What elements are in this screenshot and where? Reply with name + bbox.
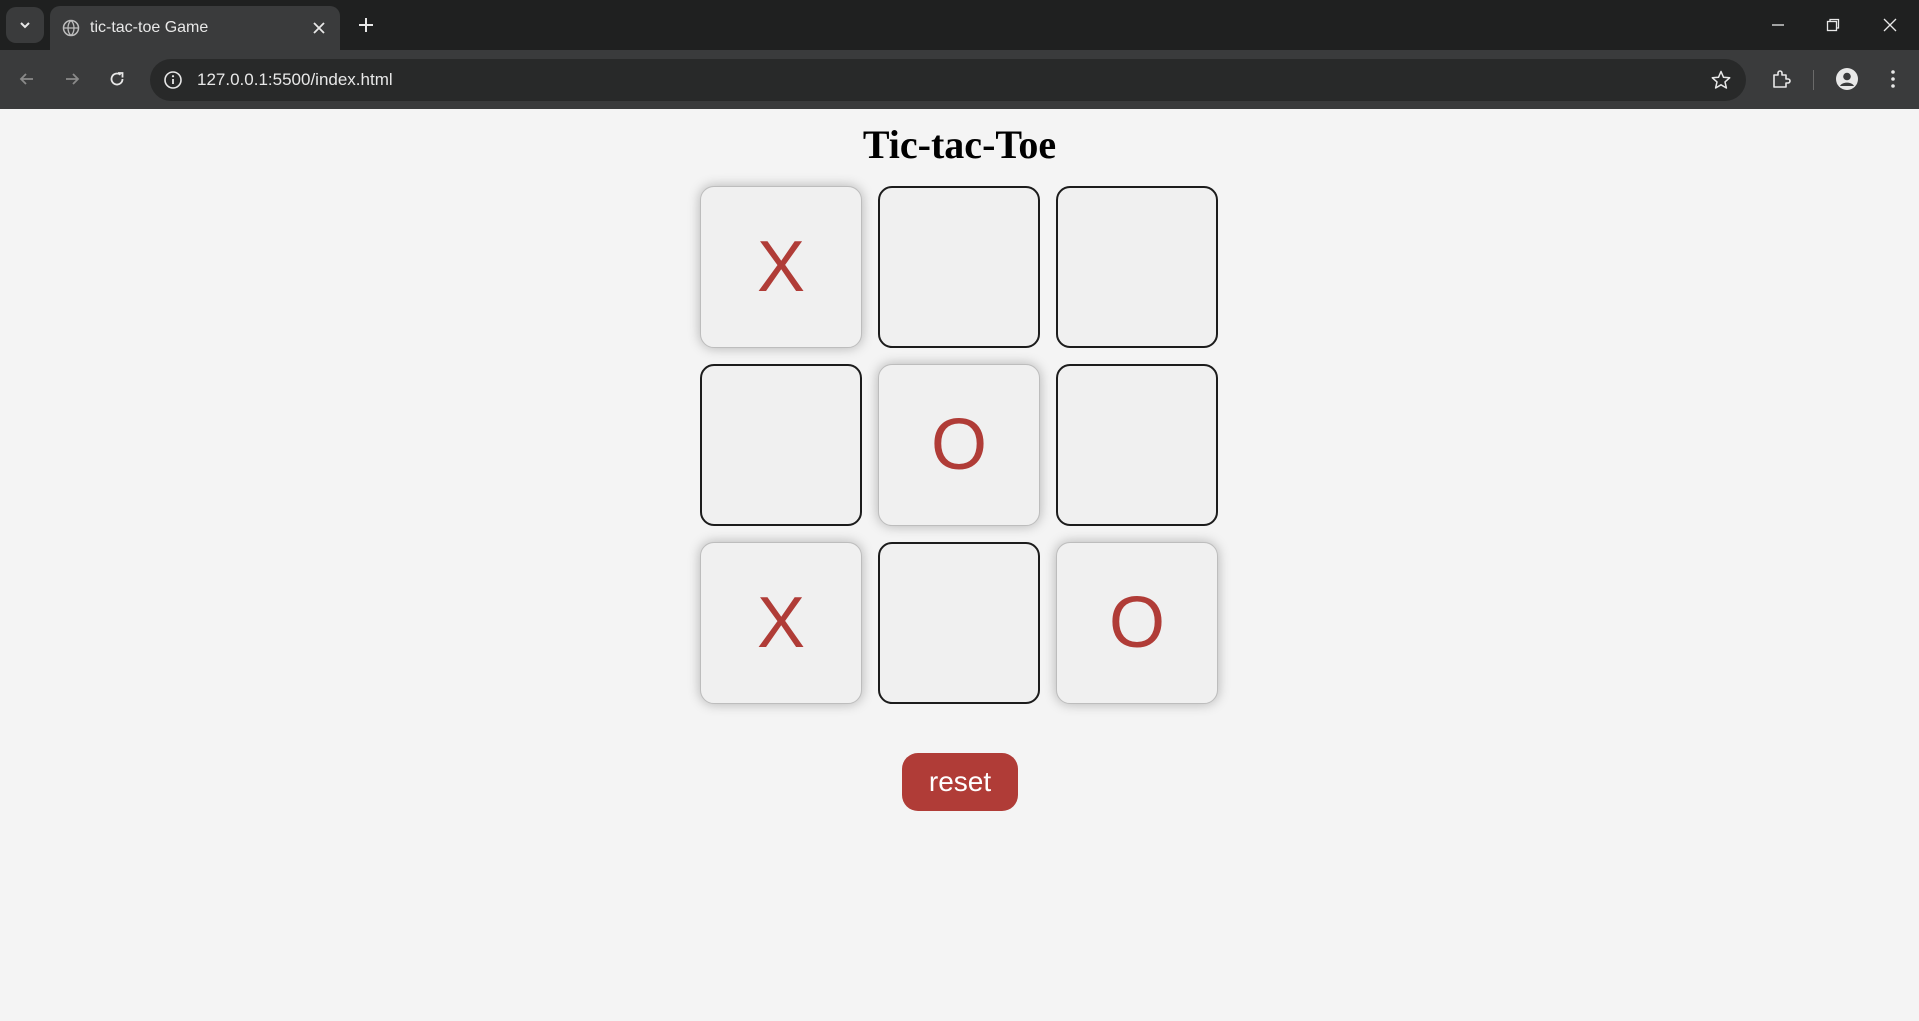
board-cell[interactable]	[1056, 364, 1218, 526]
page-content: Tic-tac-Toe XOXO reset	[0, 109, 1919, 1021]
url-text[interactable]: 127.0.0.1:5500/index.html	[197, 70, 393, 90]
arrow-right-icon	[66, 73, 80, 85]
puzzle-icon	[1773, 70, 1791, 88]
board-cell[interactable]	[878, 542, 1040, 704]
minimize-button[interactable]	[1765, 12, 1791, 38]
menu-button[interactable]	[1881, 67, 1905, 91]
close-icon[interactable]	[310, 19, 328, 37]
profile-button[interactable]	[1835, 67, 1859, 91]
browser-toolbar: 127.0.0.1:5500/index.html	[0, 50, 1919, 109]
board-cell[interactable]	[700, 364, 862, 526]
forward-button[interactable]	[59, 66, 85, 92]
page-title: Tic-tac-Toe	[862, 122, 1057, 167]
new-tab-icon[interactable]	[355, 14, 377, 36]
chevron-down-icon	[20, 22, 30, 29]
board-cell[interactable]	[1056, 186, 1218, 348]
game-board: XOXO	[700, 186, 1218, 704]
tab-search-button[interactable]	[6, 7, 44, 43]
restore-button[interactable]	[1820, 12, 1846, 38]
back-button[interactable]	[14, 66, 40, 92]
board-cell[interactable]	[878, 186, 1040, 348]
close-window-button[interactable]	[1877, 12, 1903, 38]
toolbar-divider	[1813, 70, 1814, 90]
board-cell[interactable]: O	[1056, 542, 1218, 704]
tab-strip: tic-tac-toe Game	[0, 0, 1919, 50]
address-bar[interactable]: 127.0.0.1:5500/index.html	[150, 59, 1746, 101]
star-icon[interactable]	[1710, 69, 1732, 91]
board-cell[interactable]: X	[700, 542, 862, 704]
reset-button[interactable]: reset	[902, 753, 1018, 811]
extensions-button[interactable]	[1769, 67, 1793, 91]
restore-icon	[1826, 18, 1840, 32]
more-vertical-icon	[1891, 70, 1895, 88]
arrow-left-icon	[19, 73, 33, 85]
reload-button[interactable]	[104, 66, 130, 92]
reload-icon	[110, 72, 124, 86]
avatar-icon	[1836, 68, 1858, 90]
info-icon[interactable]	[162, 69, 184, 91]
board-cell[interactable]: X	[700, 186, 862, 348]
tab-title: tic-tac-toe Game	[90, 19, 209, 36]
close-window-icon	[1883, 18, 1897, 32]
board-cell[interactable]: O	[878, 364, 1040, 526]
minimize-icon	[1772, 24, 1784, 26]
browser-tab[interactable]: tic-tac-toe Game	[50, 6, 340, 50]
globe-icon	[62, 19, 80, 37]
